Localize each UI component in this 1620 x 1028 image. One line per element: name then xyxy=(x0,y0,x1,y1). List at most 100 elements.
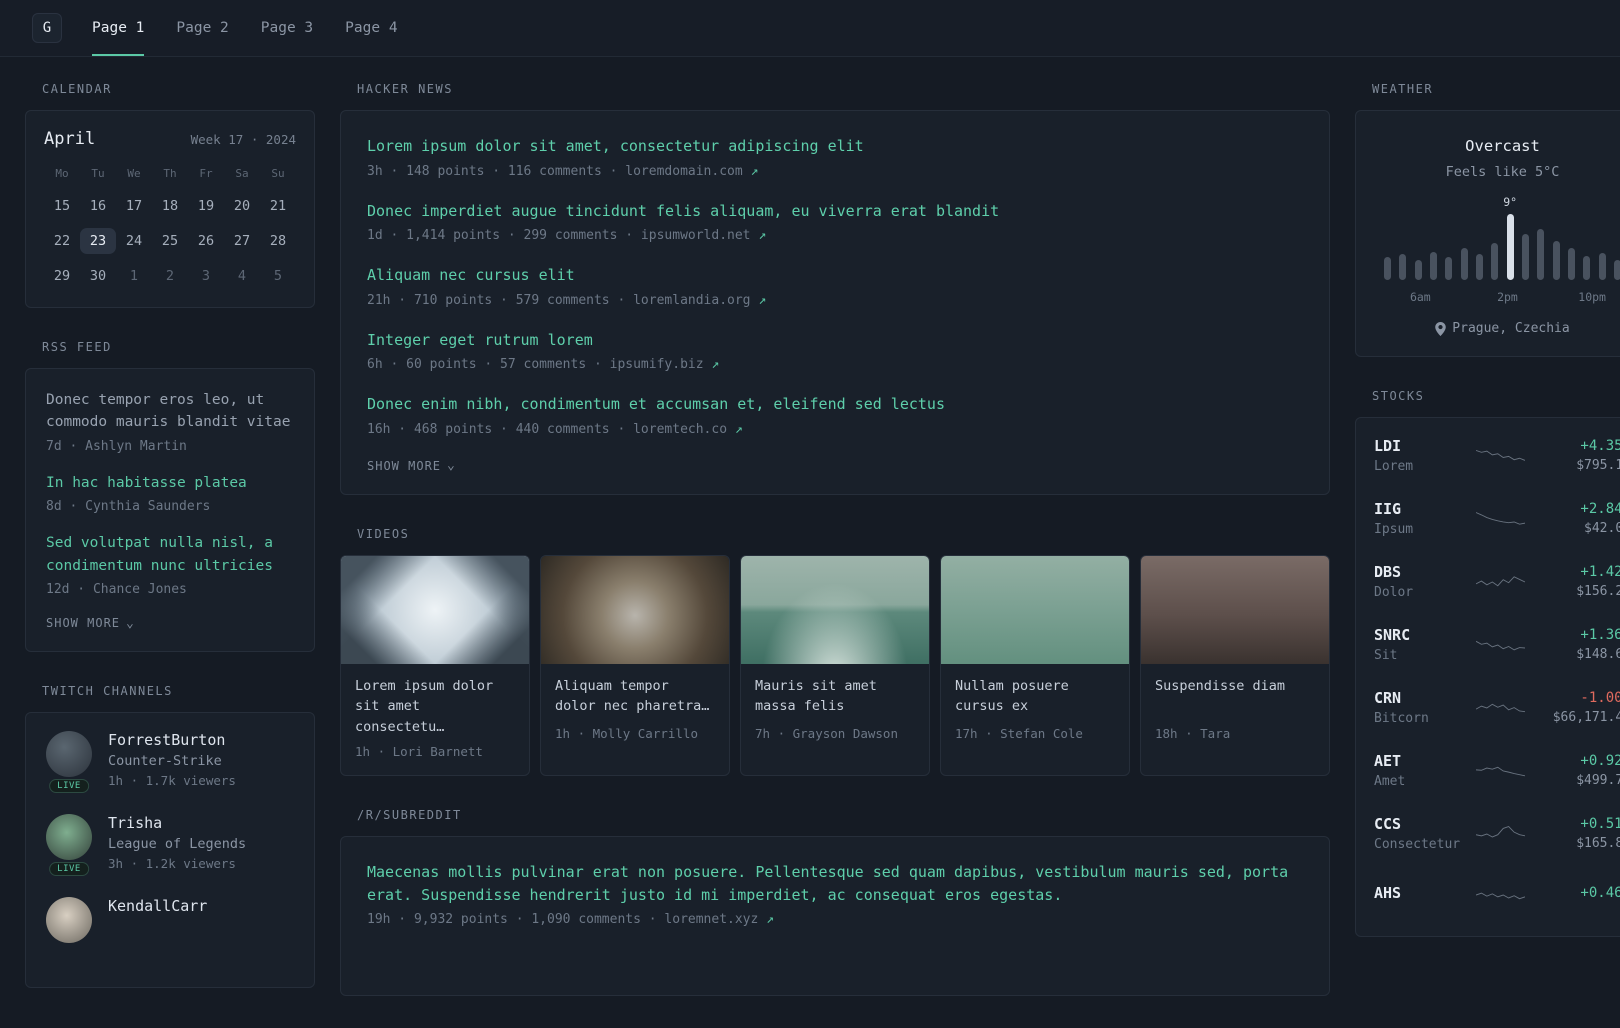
chevron-down-icon: ⌄ xyxy=(126,615,135,631)
twitch-channel-row[interactable]: LIVE Trisha League of Legends 3h · 1.2k … xyxy=(46,814,294,877)
video-meta: 7h · Grayson Dawson xyxy=(755,725,898,741)
subreddit-post: Maecenas mollis pulvinar erat non posuer… xyxy=(367,861,1303,927)
live-badge: LIVE xyxy=(49,862,89,877)
stock-symbol-link[interactable]: CCS xyxy=(1374,815,1466,833)
weather-bar xyxy=(1445,256,1453,280)
video-title[interactable]: Nullam posuere cursus ex xyxy=(941,664,1129,720)
video-title[interactable]: Aliquam tempor dolor nec pharetra… xyxy=(541,664,729,720)
stock-change: +0.51% xyxy=(1580,816,1620,832)
video-thumbnail[interactable] xyxy=(541,555,729,664)
video-title[interactable]: Suspendisse diam xyxy=(1141,664,1329,720)
tab-page-3[interactable]: Page 3 xyxy=(261,0,313,56)
external-link-icon[interactable]: ↗ xyxy=(751,164,759,179)
channel-name[interactable]: KendallCarr xyxy=(108,897,207,915)
calendar-section-title: CALENDAR xyxy=(42,82,112,96)
twitch-section-title: TWITCH CHANNELS xyxy=(42,684,173,699)
external-link-icon[interactable]: ↗ xyxy=(766,912,774,927)
twitch-channel-row[interactable]: KendallCarr xyxy=(46,897,294,944)
hn-story-link[interactable]: Donec imperdiet augue tincidunt felis al… xyxy=(367,200,1303,223)
channel-name[interactable]: ForrestBurton xyxy=(108,731,236,749)
weather-bar xyxy=(1429,251,1437,280)
day-header: Sa xyxy=(235,167,249,180)
external-link-icon[interactable]: ↗ xyxy=(735,422,743,437)
stock-row: SNRC Sit +1.36% $148.64 xyxy=(1374,613,1620,676)
calendar-week-year: Week 17 · 2024 xyxy=(191,132,296,147)
hn-story-link[interactable]: Lorem ipsum dolor sit amet, consectetur … xyxy=(367,135,1303,158)
calendar-day: 21 xyxy=(269,198,287,214)
stock-sparkline xyxy=(1476,766,1525,776)
weather-bar xyxy=(1583,255,1591,280)
stock-row: DBS Dolor +1.42% $156.28 xyxy=(1374,550,1620,613)
rss-item-link[interactable]: Donec tempor eros leo, ut commodo mauris… xyxy=(46,389,294,434)
stock-symbol-link[interactable]: LDI xyxy=(1374,437,1466,455)
location-pin-icon xyxy=(1435,321,1447,336)
video-card[interactable]: Aliquam tempor dolor nec pharetra… 1h · … xyxy=(540,554,730,777)
tab-page-2[interactable]: Page 2 xyxy=(176,0,228,56)
stock-change: +1.42% xyxy=(1580,564,1620,580)
tab-page-1[interactable]: Page 1 xyxy=(92,0,145,56)
stock-name: Ipsum xyxy=(1374,522,1414,537)
hn-story-link[interactable]: Aliquam nec cursus elit xyxy=(367,264,1303,287)
hn-story-link[interactable]: Donec enim nibh, condimentum et accumsan… xyxy=(367,393,1303,416)
calendar-day-next-month: 2 xyxy=(165,268,175,284)
stock-symbol-link[interactable]: SNRC xyxy=(1374,626,1466,644)
dashboard-columns: CALENDAR April Week 17 · 2024 Mo Tu We T… xyxy=(0,57,1620,1028)
calendar-month: April xyxy=(44,129,96,149)
video-thumbnail[interactable] xyxy=(1141,555,1329,664)
stock-id: DBS Dolor xyxy=(1374,563,1466,600)
channel-name[interactable]: Trisha xyxy=(108,814,246,832)
stock-sparkline xyxy=(1476,825,1525,837)
stock-price: $795.18 xyxy=(1576,458,1620,473)
right-column: WEATHER Overcast Feels like 5°C 9° 6am 2p… xyxy=(1355,82,1620,1028)
video-card[interactable]: Lorem ipsum dolor sit amet consectetu… 1… xyxy=(340,554,530,777)
rss-show-more-button[interactable]: SHOW MORE ⌄ xyxy=(46,616,135,630)
external-link-icon[interactable]: ↗ xyxy=(758,293,766,308)
video-card[interactable]: Suspendisse diam 18h · Tara xyxy=(1140,554,1330,777)
stock-name: Amet xyxy=(1374,774,1406,789)
video-meta: 1h · Molly Carrillo xyxy=(555,725,698,741)
weather-time-label: 10pm xyxy=(1578,290,1606,304)
channel-game: Counter-Strike xyxy=(108,753,222,770)
stock-symbol-link[interactable]: CRN xyxy=(1374,689,1466,707)
calendar-day-next-month: 1 xyxy=(129,268,139,284)
rss-widget: RSS FEED Donec tempor eros leo, ut commo… xyxy=(25,340,315,653)
stock-name: Consectetur xyxy=(1374,837,1461,852)
twitch-channel-row[interactable]: LIVE ForrestBurton Counter-Strike 1h · 1… xyxy=(46,731,294,794)
weather-section-title: WEATHER xyxy=(1372,82,1434,96)
stock-id: LDI Lorem xyxy=(1374,437,1466,474)
stock-symbol-link[interactable]: IIG xyxy=(1374,500,1466,518)
twitch-card: LIVE ForrestBurton Counter-Strike 1h · 1… xyxy=(25,712,315,989)
video-thumbnail[interactable] xyxy=(741,555,929,664)
calendar-day: 25 xyxy=(161,233,179,249)
stock-symbol-link[interactable]: DBS xyxy=(1374,563,1466,581)
stock-symbol-link[interactable]: AHS xyxy=(1374,884,1466,902)
day-header: Tu xyxy=(91,167,105,180)
weather-location: Prague, Czechia xyxy=(1452,321,1570,336)
stock-id: AHS xyxy=(1374,884,1466,906)
video-card[interactable]: Mauris sit amet massa felis 7h · Grayson… xyxy=(740,554,930,777)
rss-item-link[interactable]: In hac habitasse platea xyxy=(46,472,294,494)
video-card[interactable]: Nullam posuere cursus ex 17h · Stefan Co… xyxy=(940,554,1130,777)
stock-values: +0.46% xyxy=(1535,885,1620,905)
hn-show-more-button[interactable]: SHOW MORE ⌄ xyxy=(367,459,456,473)
stock-id: CCS Consectetur xyxy=(1374,815,1466,852)
stock-values: +0.51% $165.84 xyxy=(1535,816,1620,851)
video-thumbnail[interactable] xyxy=(941,555,1129,664)
calendar-day-next-month: 5 xyxy=(273,268,283,284)
video-thumbnail[interactable] xyxy=(341,555,529,664)
stocks-widget: STOCKS LDI Lorem +4.35% $795.18 IIG xyxy=(1355,389,1620,937)
hn-story-link[interactable]: Integer eget rutrum lorem xyxy=(367,329,1303,352)
hn-story-meta: 16h · 468 points · 440 comments · loremt… xyxy=(367,422,1303,437)
stock-sparkline xyxy=(1476,703,1525,712)
external-link-icon[interactable]: ↗ xyxy=(711,357,719,372)
rss-item-link[interactable]: Sed volutpat nulla nisl, a condimentum n… xyxy=(46,532,294,577)
video-title[interactable]: Mauris sit amet massa felis xyxy=(741,664,929,720)
stock-price: $156.28 xyxy=(1576,584,1620,599)
video-title[interactable]: Lorem ipsum dolor sit amet consectetu… xyxy=(341,664,529,739)
calendar-day-next-month: 3 xyxy=(201,268,211,284)
tab-page-4[interactable]: Page 4 xyxy=(345,0,397,56)
stock-id: CRN Bitcorn xyxy=(1374,689,1466,726)
weather-feels-like: Feels like 5°C xyxy=(1445,164,1560,180)
external-link-icon[interactable]: ↗ xyxy=(758,228,766,243)
stock-symbol-link[interactable]: AET xyxy=(1374,752,1466,770)
